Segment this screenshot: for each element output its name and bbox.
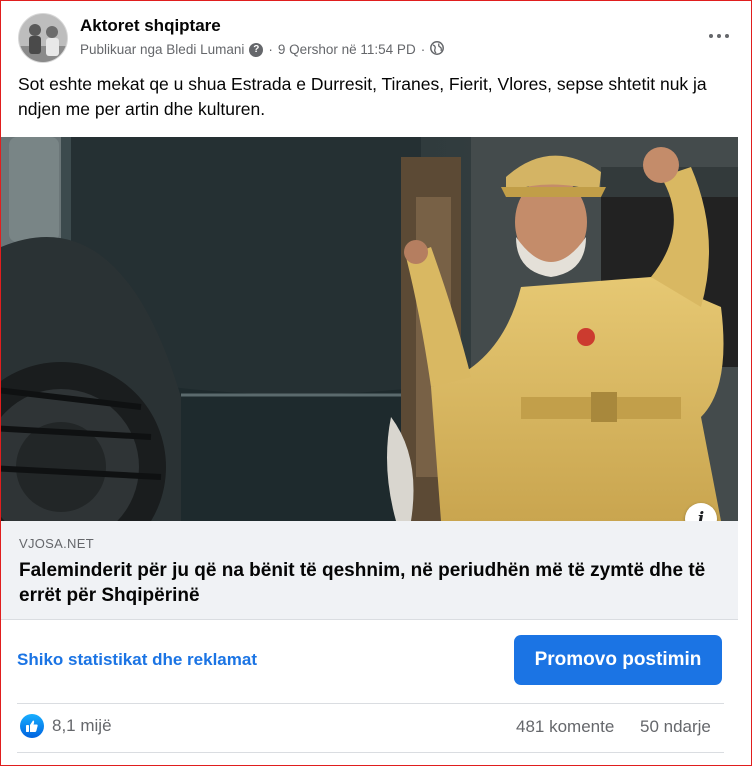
meta-separator-2: · <box>420 42 426 57</box>
post-header: Aktoret shqiptare Publikuar nga Bledi Lu… <box>18 13 738 63</box>
published-by: Publikuar nga Bledi Lumani <box>80 42 245 57</box>
like-icon <box>20 714 44 738</box>
view-insights-link[interactable]: Shiko statistikat dhe reklamat <box>17 650 257 670</box>
shares-count[interactable]: 50 ndarje <box>640 717 711 737</box>
question-icon[interactable]: ? <box>249 42 264 57</box>
reactions-summary[interactable]: 8,1 mijë <box>20 714 112 738</box>
divider <box>17 703 724 704</box>
meta-separator: · <box>268 42 273 57</box>
post-photo[interactable] <box>1 137 738 521</box>
link-title[interactable]: Faleminderit për ju që na bënit të qeshn… <box>19 558 719 608</box>
globe-icon <box>430 41 445 58</box>
promote-post-button[interactable]: Promovo postimin <box>514 635 722 685</box>
link-domain: VJOSA.NET <box>19 536 94 551</box>
post-meta: Publikuar nga Bledi Lumani ? · 9 Qershor… <box>80 41 445 58</box>
page-name[interactable]: Aktoret shqiptare <box>80 16 221 36</box>
more-options-icon[interactable] <box>702 21 736 51</box>
bottom-divider <box>17 752 724 753</box>
post-text: Sot eshte mekat qe u shua Estrada e Durr… <box>18 74 707 119</box>
post-timestamp[interactable]: 9 Qershor në 11:54 PD <box>278 42 416 57</box>
comments-count[interactable]: 481 komente <box>516 717 614 737</box>
link-preview-card[interactable]: VJOSA.NET Faleminderit për ju që na bëni… <box>1 521 738 620</box>
reaction-count: 8,1 mijë <box>52 716 112 735</box>
page-avatar[interactable] <box>18 13 68 63</box>
